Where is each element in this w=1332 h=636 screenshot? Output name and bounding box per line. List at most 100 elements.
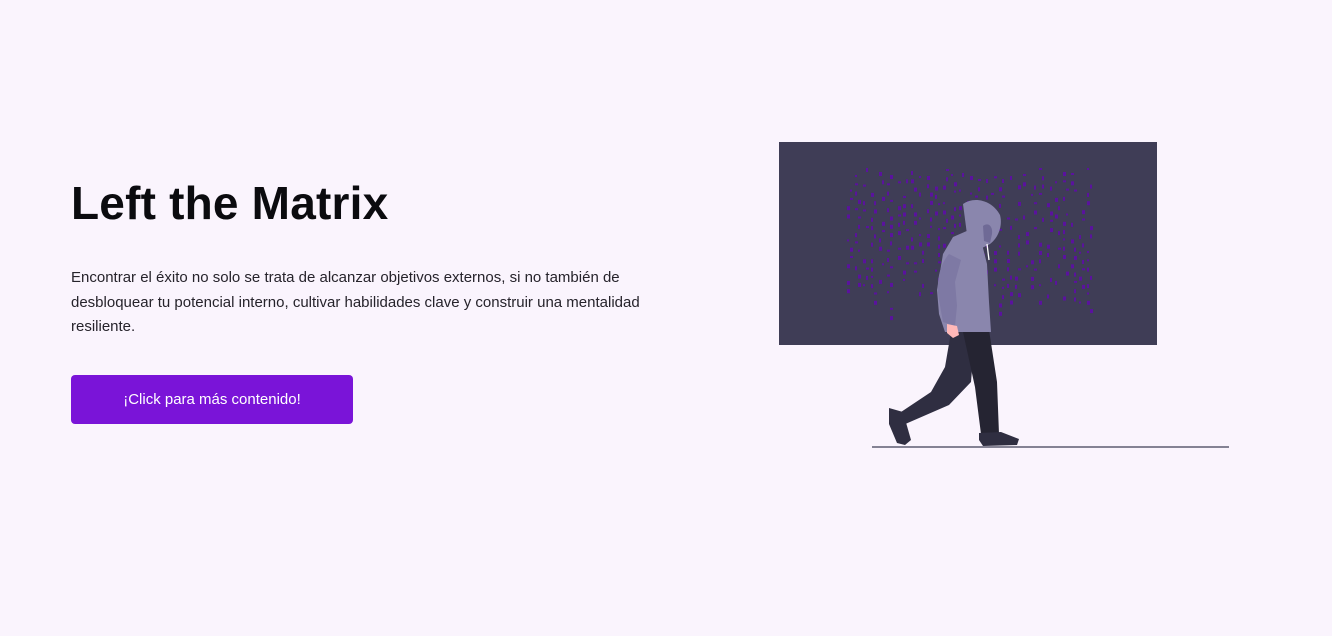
code-glyph: [1023, 174, 1026, 176]
code-glyph: [943, 243, 946, 248]
code-glyph: [994, 251, 997, 255]
code-glyph: [1007, 250, 1009, 255]
code-glyph: [1026, 232, 1029, 237]
code-glyph: [890, 241, 892, 246]
code-glyph: [890, 233, 893, 238]
code-glyph: [890, 307, 893, 310]
code-glyph: [871, 284, 873, 289]
code-glyph: [890, 199, 893, 202]
code-glyph: [914, 270, 917, 273]
code-glyph: [943, 185, 946, 190]
code-glyph: [1090, 226, 1093, 231]
code-glyph: [1066, 188, 1069, 191]
code-glyph: [919, 234, 921, 237]
code-glyph: [898, 222, 900, 227]
code-glyph: [1063, 180, 1066, 183]
code-glyph: [911, 171, 913, 175]
code-glyph: [1063, 221, 1066, 226]
page-title: Left the Matrix: [71, 177, 389, 229]
code-glyph: [858, 249, 860, 252]
code-glyph: [1066, 213, 1068, 216]
code-glyph: [890, 266, 893, 269]
code-glyph: [866, 168, 868, 172]
code-glyph: [1063, 246, 1065, 251]
code-glyph: [978, 179, 981, 181]
code-glyph: [863, 184, 866, 187]
code-glyph: [1087, 292, 1089, 295]
code-glyph: [914, 212, 917, 217]
code-glyph: [1058, 264, 1060, 269]
code-glyph: [1079, 301, 1081, 304]
code-glyph: [890, 316, 893, 321]
code-glyph: [858, 199, 861, 204]
code-glyph: [1002, 286, 1004, 289]
code-glyph: [1039, 300, 1042, 305]
code-glyph: [887, 183, 890, 186]
code-glyph: [898, 181, 901, 184]
code-glyph: [1063, 172, 1066, 176]
code-glyph: [935, 186, 938, 191]
code-glyph: [1018, 243, 1020, 248]
code-glyph: [874, 234, 876, 239]
code-glyph: [1071, 181, 1074, 186]
code-glyph: [898, 206, 901, 211]
code-glyph: [871, 242, 873, 247]
code-glyph: [1082, 268, 1085, 271]
code-glyph: [890, 224, 893, 229]
code-glyph: [906, 229, 909, 232]
code-glyph: [1063, 196, 1065, 201]
code-glyph: [954, 182, 957, 187]
code-glyph: [946, 218, 948, 223]
code-glyph: [1087, 259, 1089, 262]
code-glyph: [1087, 300, 1090, 305]
code-glyph: [1018, 201, 1021, 206]
code-glyph: [863, 284, 865, 287]
code-glyph: [1090, 234, 1092, 239]
code-glyph: [858, 216, 861, 219]
code-glyph: [938, 236, 940, 241]
code-glyph: [994, 267, 997, 272]
code-glyph: [1007, 259, 1010, 263]
code-glyph: [855, 241, 858, 244]
code-glyph: [866, 226, 869, 229]
code-glyph: [1058, 206, 1060, 211]
code-glyph: [850, 256, 853, 258]
code-glyph: [951, 215, 954, 220]
code-glyph: [951, 174, 953, 176]
code-glyph: [1039, 284, 1041, 287]
code-glyph: [1042, 176, 1044, 181]
code-glyph: [858, 224, 860, 229]
code-glyph: [999, 303, 1002, 308]
more-content-button[interactable]: ¡Click para más contenido!: [71, 374, 353, 424]
code-glyph: [871, 275, 873, 278]
code-glyph: [903, 270, 906, 275]
code-glyph: [874, 201, 876, 206]
code-glyph: [1026, 240, 1029, 245]
code-glyph: [887, 249, 890, 252]
code-glyph: [1050, 211, 1053, 216]
code-glyph: [847, 264, 850, 269]
code-glyph: [1002, 195, 1005, 198]
code-glyph: [1087, 284, 1089, 289]
code-glyph: [954, 223, 956, 228]
code-glyph: [1082, 218, 1085, 221]
code-glyph: [1018, 293, 1021, 298]
code-glyph: [1066, 271, 1069, 276]
code-glyph: [1018, 268, 1021, 271]
code-glyph: [1002, 179, 1004, 183]
code-glyph: [1015, 284, 1017, 289]
code-glyph: [1055, 197, 1058, 202]
code-glyph: [1090, 184, 1092, 189]
code-glyph: [919, 176, 921, 178]
code-glyph: [1050, 228, 1053, 233]
code-glyph: [1023, 182, 1026, 187]
code-glyph: [882, 263, 884, 266]
code-glyph: [1026, 265, 1028, 268]
code-glyph: [914, 220, 917, 225]
code-glyph: [1063, 238, 1065, 241]
code-glyph: [898, 214, 901, 217]
code-glyph: [1055, 181, 1057, 184]
hero-description: Encontrar el éxito no solo se trata de a…: [71, 269, 640, 335]
code-glyph: [879, 172, 882, 176]
code-glyph: [1010, 275, 1012, 280]
